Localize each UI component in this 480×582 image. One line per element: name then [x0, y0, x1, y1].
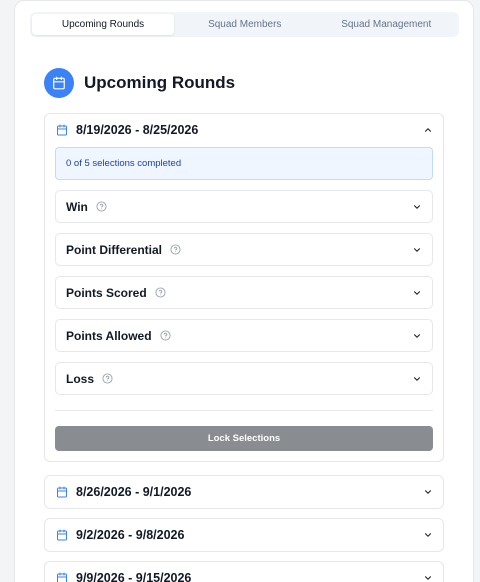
help-icon[interactable] — [96, 201, 107, 212]
chevron-down-icon[interactable] — [412, 331, 422, 341]
help-icon[interactable] — [155, 287, 166, 298]
chevron-down-icon[interactable] — [412, 202, 422, 212]
round-card: 9/9/2026 - 9/15/2026 — [44, 561, 444, 582]
chevron-down-icon[interactable] — [412, 374, 422, 384]
selection-label: Loss — [66, 371, 95, 386]
chevron-up-icon[interactable] — [423, 125, 433, 135]
calendar-icon — [57, 572, 67, 582]
round-date: 8/26/2026 - 9/1/2026 — [76, 485, 192, 499]
chevron-down-icon[interactable] — [423, 573, 433, 582]
chevron-down-icon[interactable] — [412, 245, 422, 255]
page-title: Upcoming Rounds — [84, 73, 236, 92]
tab-bar: Upcoming Rounds Squad Members Squad Mana… — [30, 12, 459, 37]
selection-label: Points Scored — [66, 285, 147, 300]
round-header[interactable]: 8/19/2026 - 8/25/2026 — [45, 114, 443, 146]
round-header[interactable]: 8/26/2026 - 9/1/2026 — [45, 476, 443, 508]
section-header: Upcoming Rounds — [44, 68, 235, 98]
selection-label: Points Allowed — [66, 328, 152, 343]
calendar-icon — [57, 486, 67, 498]
round-card: 8/26/2026 - 9/1/2026 — [44, 475, 444, 509]
selection-win[interactable]: Win — [55, 190, 433, 223]
round-card: 8/19/2026 - 8/25/2026 0 of 5 selections … — [44, 113, 444, 462]
round-date: 9/9/2026 - 9/15/2026 — [76, 571, 192, 582]
round-card: 9/2/2026 - 9/8/2026 — [44, 518, 444, 552]
help-icon[interactable] — [160, 330, 171, 341]
round-header[interactable]: 9/2/2026 - 9/8/2026 — [45, 519, 443, 551]
tab-squad-members[interactable]: Squad Members — [174, 14, 316, 35]
chevron-down-icon[interactable] — [412, 288, 422, 298]
selection-points-scored[interactable]: Points Scored — [55, 276, 433, 309]
selection-loss[interactable]: Loss — [55, 362, 433, 395]
selection-points-allowed[interactable]: Points Allowed — [55, 319, 433, 352]
selection-label: Point Differential — [66, 242, 163, 257]
chevron-down-icon[interactable] — [423, 487, 433, 497]
selection-progress: 0 of 5 selections completed — [55, 147, 433, 180]
round-date: 8/19/2026 - 8/25/2026 — [76, 123, 199, 137]
round-date: 9/2/2026 - 9/8/2026 — [76, 528, 185, 542]
help-icon[interactable] — [102, 373, 113, 384]
tab-upcoming-rounds[interactable]: Upcoming Rounds — [32, 14, 174, 35]
help-icon[interactable] — [170, 244, 181, 255]
calendar-icon — [57, 529, 67, 541]
tab-squad-management[interactable]: Squad Management — [316, 14, 458, 35]
selection-label: Win — [66, 199, 88, 214]
calendar-icon — [57, 124, 67, 136]
divider — [55, 410, 433, 411]
lock-selections-button[interactable]: Lock Selections — [55, 426, 433, 451]
calendar-icon — [44, 68, 74, 98]
selection-point-differential[interactable]: Point Differential — [55, 233, 433, 266]
round-header[interactable]: 9/9/2026 - 9/15/2026 — [45, 562, 443, 582]
chevron-down-icon[interactable] — [423, 530, 433, 540]
